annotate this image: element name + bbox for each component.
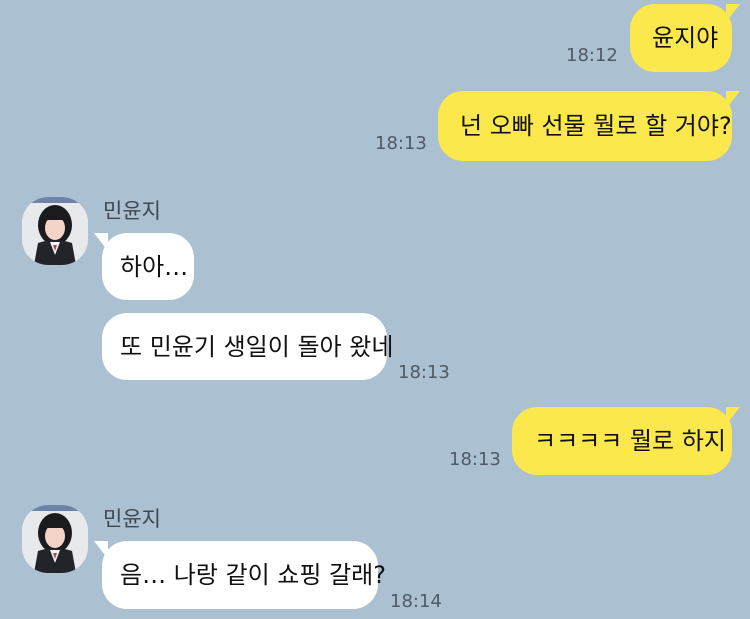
message-text: 넌 오빠 선물 뭘로 할 거야? (460, 112, 732, 140)
chat-message-bubble[interactable]: 음… 나랑 같이 쇼핑 갈래? (94, 541, 386, 609)
message-time: 18:12 (566, 45, 618, 66)
avatar[interactable] (22, 197, 88, 265)
message-text: ㅋㅋㅋㅋ 뭘로 하지 (534, 427, 726, 455)
message-text: 또 민윤기 생일이 돌아 왔네 (120, 332, 394, 361)
message-time: 18:14 (390, 591, 442, 612)
avatar[interactable] (22, 505, 88, 573)
message-text: 윤지야 (652, 24, 719, 52)
chat-message-bubble[interactable]: 또 민윤기 생일이 돌아 왔네 (102, 313, 393, 380)
chat-message-bubble[interactable]: 윤지야 (630, 4, 740, 72)
chat-message-bubble[interactable]: 하아… (94, 233, 194, 300)
chat-message-bubble[interactable]: 넌 오빠 선물 뭘로 할 거야? (438, 91, 740, 161)
chat-window[interactable]: 18:12 윤지야 18:13 넌 오빠 선물 뭘로 할 거야? 민윤지 하아…… (0, 0, 750, 619)
profile-photo (22, 505, 88, 573)
message-text: 음… 나랑 같이 쇼핑 갈래? (120, 561, 386, 589)
chat-message-bubble[interactable]: ㅋㅋㅋㅋ 뭘로 하지 (512, 407, 740, 475)
profile-photo (22, 197, 88, 265)
message-time: 18:13 (375, 133, 427, 154)
sender-name: 민윤지 (103, 199, 161, 223)
message-time: 18:13 (398, 362, 450, 383)
message-time: 18:13 (449, 449, 501, 470)
message-text: 하아… (120, 252, 189, 281)
sender-name: 민윤지 (103, 507, 161, 531)
